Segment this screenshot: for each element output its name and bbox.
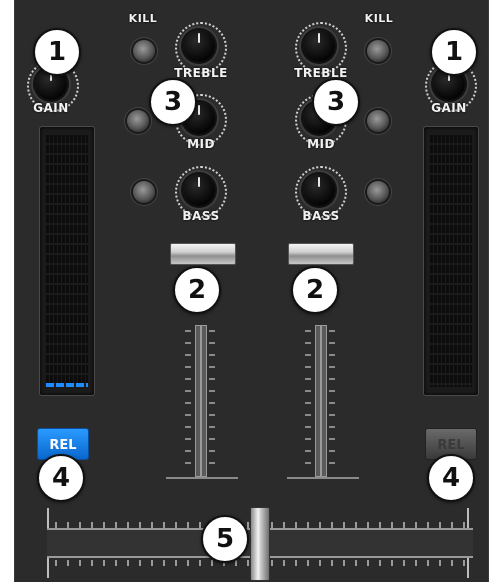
bass-label-left: BASS bbox=[182, 209, 220, 223]
treble-knob-right[interactable] bbox=[303, 30, 335, 62]
callout-gain-left: 1 bbox=[33, 28, 81, 76]
callout-rel-left: 4 bbox=[37, 454, 85, 502]
callout-gain-right: 1 bbox=[430, 28, 478, 76]
gain-label-left: GAIN bbox=[33, 101, 69, 115]
fader-ticks-right-b bbox=[329, 330, 335, 470]
fader-ticks-right-a bbox=[305, 330, 311, 470]
mid-label-left: MID bbox=[187, 137, 215, 151]
level-meter-segments-right bbox=[430, 135, 472, 387]
bass-knob-right[interactable] bbox=[303, 174, 335, 206]
channel-fader-handle-right[interactable] bbox=[288, 243, 354, 265]
level-meter-right bbox=[423, 126, 479, 396]
callout-channel-fader-right: 2 bbox=[291, 266, 339, 314]
kill-label-left: KILL bbox=[128, 12, 158, 25]
treble-label-right: TREBLE bbox=[294, 66, 348, 80]
level-meter-fill-left bbox=[46, 383, 88, 387]
level-meter-segments-left bbox=[46, 135, 88, 387]
kill-mid-button-right[interactable] bbox=[367, 110, 389, 132]
callout-channel-fader-left: 2 bbox=[173, 266, 221, 314]
channel-fader-handle-left[interactable] bbox=[170, 243, 236, 265]
callout-crossfader: 5 bbox=[201, 515, 249, 563]
kill-label-right: KILL bbox=[364, 12, 394, 25]
bass-knob-left[interactable] bbox=[183, 174, 215, 206]
gain-label-right: GAIN bbox=[431, 101, 467, 115]
channel-fader-track-left-rail bbox=[201, 325, 207, 477]
fader-ticks-left-b bbox=[209, 330, 215, 470]
crossfader-handle[interactable] bbox=[250, 507, 270, 581]
callout-rel-right: 4 bbox=[427, 454, 475, 502]
channel-fader-track-right-rail bbox=[321, 325, 327, 477]
callout-eq-left: 3 bbox=[149, 78, 197, 126]
kill-treble-button-right[interactable] bbox=[367, 40, 389, 62]
bass-label-right: BASS bbox=[302, 209, 340, 223]
mid-label-right: MID bbox=[307, 137, 335, 151]
level-meter-left bbox=[39, 126, 95, 396]
channel-fader-base-left bbox=[166, 477, 238, 479]
kill-mid-button-left[interactable] bbox=[127, 110, 149, 132]
channel-fader-base-right bbox=[287, 477, 359, 479]
dj-mixer-panel: KILL KILL GAIN GAIN TREBLE MID BASS TREB… bbox=[14, 0, 489, 582]
kill-bass-button-right[interactable] bbox=[367, 181, 389, 203]
kill-bass-button-left[interactable] bbox=[133, 181, 155, 203]
kill-treble-button-left[interactable] bbox=[133, 40, 155, 62]
callout-eq-right: 3 bbox=[312, 78, 360, 126]
fader-ticks-left-a bbox=[185, 330, 191, 470]
treble-knob-left[interactable] bbox=[183, 30, 215, 62]
